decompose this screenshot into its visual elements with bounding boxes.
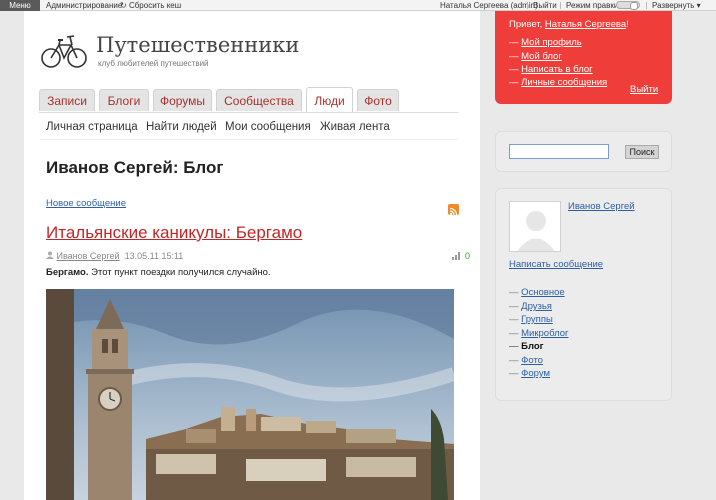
tab-communities[interactable]: Сообщества [216, 89, 302, 111]
subnav-personal-page[interactable]: Личная страница [46, 121, 138, 133]
edit-mode-toggle[interactable] [616, 1, 640, 10]
user-box: Привет, Наталья Сергеева! — Мой профиль … [495, 11, 672, 104]
rss-icon[interactable] [448, 204, 459, 216]
post-photo[interactable] [46, 289, 454, 500]
profile-link-microblog[interactable]: — Микроблог [509, 328, 569, 339]
write-message-link[interactable]: Написать сообщение [509, 259, 603, 270]
separator [560, 2, 561, 9]
reset-cache-link[interactable]: ↻ Сбросить кеш [120, 0, 181, 11]
post-rating: 0 [465, 251, 471, 261]
profile-link-main[interactable]: — Основное [509, 287, 565, 298]
search-input[interactable] [509, 144, 609, 159]
profile-name-link[interactable]: Иванов Сергей [568, 201, 635, 212]
post-meta: Иванов Сергей 13.05.11 15:11 [46, 251, 183, 261]
admin-logout-link[interactable]: Выйти [533, 0, 557, 11]
admin-bar: Меню Администрирование ↻ Сбросить кеш На… [0, 0, 716, 11]
default-avatar-icon [517, 211, 555, 251]
subnav-my-messages[interactable]: Мои сообщения [225, 121, 311, 133]
profile-box: Иванов Сергей Написать сообщение — Основ… [495, 188, 672, 401]
bicycle-icon[interactable] [40, 25, 88, 73]
tab-posts[interactable]: Записи [39, 89, 95, 111]
tab-people[interactable]: Люди [306, 87, 353, 113]
private-messages-link[interactable]: — Личные сообщения [509, 77, 607, 88]
subnav-find-people[interactable]: Найти людей [146, 121, 217, 133]
edit-mode-label: Режим правки [566, 1, 619, 10]
user-greeting: Привет, Наталья Сергеева! [509, 19, 629, 30]
expand-menu[interactable]: Развернуть ▾ [652, 0, 701, 11]
user-icon [46, 251, 54, 259]
post-title-link[interactable]: Итальянские каникулы: Бергамо [46, 223, 302, 243]
separator [527, 2, 528, 9]
menu-button[interactable]: Меню [0, 0, 40, 11]
search-box: Поиск [495, 131, 672, 172]
avatar[interactable] [509, 201, 561, 252]
post-date: 13.05.11 15:11 [124, 251, 184, 261]
tab-blogs[interactable]: Блоги [99, 89, 149, 111]
profile-link-forum[interactable]: — Форум [509, 368, 550, 379]
user-name-link[interactable]: Наталья Сергеева [545, 19, 626, 30]
site-subtitle: клуб любителей путешествий [98, 59, 209, 68]
profile-link-blog: — Блог [509, 341, 544, 352]
post-author-link[interactable]: Иванов Сергей [57, 251, 120, 261]
tabs-divider [39, 112, 459, 113]
admin-user-link[interactable]: Наталья Сергеева (admin) [440, 0, 538, 11]
logout-link[interactable]: Выйти [630, 84, 658, 95]
subnav-live-feed[interactable]: Живая лента [320, 121, 390, 133]
profile-link-groups[interactable]: — Группы [509, 314, 553, 325]
post-excerpt: Бергамо. Этот пункт поездки получился сл… [46, 267, 271, 278]
main-content: Путешественники клуб любителей путешеств… [24, 11, 480, 500]
my-blog-link[interactable]: — Мой блог [509, 51, 562, 62]
caret-down-icon: ▾ [696, 1, 701, 10]
site-title[interactable]: Путешественники [96, 33, 299, 57]
tab-forums[interactable]: Форумы [153, 89, 212, 111]
tab-photo[interactable]: Фото [357, 89, 399, 111]
profile-link-photo[interactable]: — Фото [509, 355, 543, 366]
rating-bars-icon [452, 252, 460, 260]
subnav-divider [39, 139, 459, 140]
new-post-link[interactable]: Новое сообщение [46, 198, 126, 209]
separator [646, 2, 647, 9]
refresh-icon: ↻ [120, 1, 127, 10]
admin-link[interactable]: Администрирование [46, 0, 122, 11]
profile-link-friends[interactable]: — Друзья [509, 301, 552, 312]
my-profile-link[interactable]: — Мой профиль [509, 37, 582, 48]
write-to-blog-link[interactable]: — Написать в блог [509, 64, 593, 75]
search-button[interactable]: Поиск [625, 145, 659, 159]
page-title: Иванов Сергей: Блог [46, 158, 224, 177]
